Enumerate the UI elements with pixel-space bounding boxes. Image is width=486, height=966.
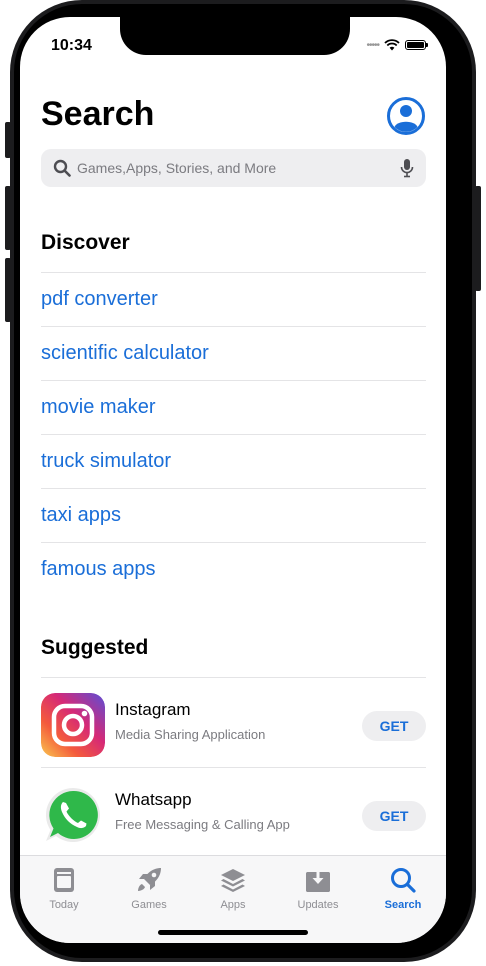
tab-games[interactable]: Games (113, 856, 185, 916)
app-row-whatsapp[interactable]: Whatsapp Free Messaging & Calling App GE… (41, 767, 426, 857)
search-icon (391, 868, 416, 893)
tab-apps[interactable]: Apps (197, 856, 269, 916)
tab-label: Games (131, 899, 167, 911)
app-description: Free Messaging & Calling App (115, 817, 290, 832)
home-indicator[interactable] (158, 930, 308, 935)
tab-label: Updates (297, 899, 339, 911)
tab-label: Apps (220, 899, 246, 911)
discover-item[interactable]: famous apps (41, 542, 426, 596)
search-bar[interactable] (41, 149, 426, 187)
download-icon (306, 868, 330, 892)
signal-icon: ••••• (366, 39, 379, 51)
app-name: Whatsapp (115, 790, 192, 809)
account-icon[interactable] (386, 96, 426, 136)
battery-icon (405, 40, 428, 50)
status-time: 10:34 (51, 37, 92, 54)
rocket-icon (138, 868, 161, 891)
tab-label: Today (49, 899, 79, 911)
whatsapp-icon (41, 783, 105, 847)
discover-item[interactable]: movie maker (41, 380, 426, 434)
get-button-whatsapp[interactable]: GET (362, 801, 426, 831)
screen: 10:34 ••••• Search Discover pdf converte… (20, 17, 446, 943)
search-input[interactable] (77, 160, 400, 176)
get-button-instagram[interactable]: GET (362, 711, 426, 741)
discover-item[interactable]: truck simulator (41, 434, 426, 488)
wifi-icon (384, 39, 400, 51)
status-indicators: ••••• (366, 39, 428, 51)
app-name: Instagram (115, 700, 191, 719)
tab-search[interactable]: Search (367, 856, 439, 916)
layers-icon (221, 869, 245, 892)
today-icon (54, 868, 74, 892)
notch (120, 17, 350, 55)
instagram-icon (41, 693, 105, 757)
suggested-list: Instagram Media Sharing Application GET … (41, 677, 426, 857)
search-icon (53, 159, 71, 177)
microphone-icon[interactable] (400, 158, 414, 178)
discover-list: pdf converter scientific calculator movi… (41, 272, 426, 596)
discover-item[interactable]: scientific calculator (41, 326, 426, 380)
discover-heading: Discover (41, 231, 130, 254)
tab-label: Search (384, 899, 422, 911)
page-title: Search (41, 95, 155, 133)
discover-item[interactable]: pdf converter (41, 272, 426, 326)
discover-item[interactable]: taxi apps (41, 488, 426, 542)
app-row-instagram[interactable]: Instagram Media Sharing Application GET (41, 677, 426, 767)
tab-updates[interactable]: Updates (282, 856, 354, 916)
app-description: Media Sharing Application (115, 727, 266, 742)
suggested-heading: Suggested (41, 636, 149, 659)
tab-today[interactable]: Today (28, 856, 100, 916)
